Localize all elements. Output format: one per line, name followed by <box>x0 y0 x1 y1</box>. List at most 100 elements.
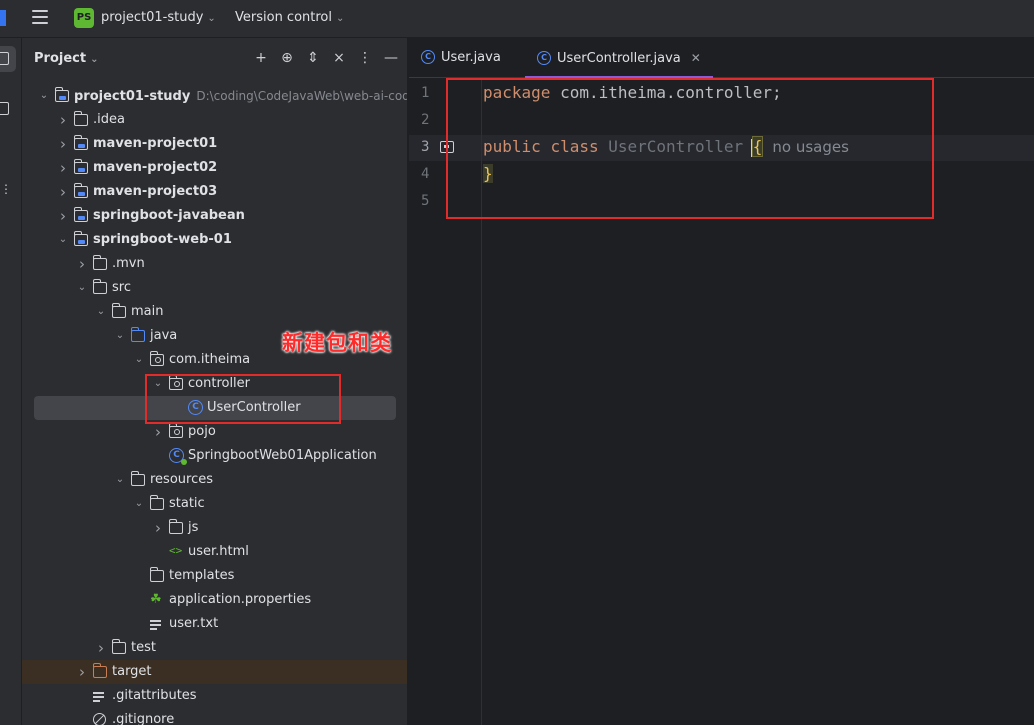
more-tools-icon[interactable]: ⋮ <box>0 182 13 196</box>
locate-icon[interactable]: ⊕ <box>280 50 294 66</box>
chevron-right-icon[interactable]: › <box>57 204 69 228</box>
tree-item[interactable]: user.txt <box>22 612 407 636</box>
tree-item[interactable]: › maven-project03 <box>22 180 407 204</box>
tree-item-label: application.properties <box>169 592 312 607</box>
chevron-down-icon[interactable]: ⌄ <box>95 300 107 324</box>
project-badge[interactable]: PS <box>74 8 94 28</box>
tree-item-text: maven-project03 <box>93 180 217 204</box>
add-icon[interactable]: + <box>254 50 268 66</box>
tree-item-text: springboot-javabean <box>93 204 245 228</box>
tree-item-label: .mvn <box>112 256 145 271</box>
chevron-down-icon[interactable]: ⌄ <box>114 324 126 348</box>
folder-icon <box>92 255 107 270</box>
close-icon[interactable]: ✕ <box>691 51 701 65</box>
project-panel-header: Project ⌄ + ⊕ ⇕ × ⋮ — <box>22 38 407 80</box>
tree-item[interactable]: .gitattributes <box>22 684 407 708</box>
tree-item-label: maven-project03 <box>93 184 218 199</box>
tree-item[interactable]: › js <box>22 516 407 540</box>
structure-icon <box>0 102 9 115</box>
module-folder-icon <box>73 207 88 222</box>
module-folder-icon <box>54 87 69 102</box>
tree-item[interactable]: › test <box>22 636 407 660</box>
tree-item-text: templates <box>169 564 234 588</box>
expand-all-icon[interactable]: ⇕ <box>306 50 320 66</box>
tree-item[interactable]: ⌄ static <box>22 492 407 516</box>
tree-item[interactable]: <> user.html <box>22 540 407 564</box>
folder-icon <box>92 279 107 294</box>
main-menu-icon[interactable] <box>32 10 48 24</box>
tree-item-text: main <box>131 300 163 324</box>
tree-item[interactable]: ⌄ resources <box>22 468 407 492</box>
tree-item-text: com.itheima <box>169 348 250 372</box>
project-tool-button[interactable] <box>0 46 16 72</box>
project-view-selector[interactable]: Project ⌄ <box>34 51 98 66</box>
chevron-right-icon[interactable]: › <box>57 132 69 156</box>
project-name: project01-study <box>101 10 204 25</box>
tree-item-text: .mvn <box>112 252 145 276</box>
tree-item-label: user.html <box>188 544 249 559</box>
tool-window-strip: ⋮ <box>0 38 22 725</box>
chevron-down-icon[interactable]: ⌄ <box>57 228 69 252</box>
tree-item-label: .gitignore <box>112 712 175 725</box>
tree-item-label: springboot-javabean <box>93 208 245 223</box>
folder-icon <box>73 111 88 126</box>
tab-user-java[interactable]: C User.java <box>421 38 501 78</box>
chevron-right-icon[interactable]: › <box>76 252 88 276</box>
tree-item[interactable]: ⌄ main <box>22 300 407 324</box>
tree-item[interactable]: .gitignore <box>22 708 407 725</box>
tree-item[interactable]: › target <box>22 660 407 684</box>
chevron-down-icon[interactable]: ⌄ <box>38 84 50 108</box>
tree-item-label: SpringbootWeb01Application <box>188 448 377 463</box>
chevron-right-icon[interactable]: › <box>76 660 88 684</box>
tree-item[interactable]: templates <box>22 564 407 588</box>
tree-item-text: application.properties <box>169 588 311 612</box>
more-icon[interactable]: ⋮ <box>358 50 372 66</box>
tree-item-label: resources <box>150 472 214 487</box>
tree-item[interactable]: › maven-project01 <box>22 132 407 156</box>
tree-item[interactable]: ☘ application.properties <box>22 588 407 612</box>
folder-icon <box>130 471 145 486</box>
properties-file-icon: ☘ <box>150 592 162 607</box>
folder-icon <box>111 303 126 318</box>
tree-item-text: springboot-web-01 <box>93 228 232 252</box>
chevron-down-icon[interactable]: ⌄ <box>114 468 126 492</box>
tree-item-label: com.itheima <box>169 352 251 367</box>
tree-item-label: maven-project02 <box>93 160 218 175</box>
tree-item-label: user.txt <box>169 616 219 631</box>
tree-item-label: src <box>112 280 131 295</box>
tree-item[interactable]: C SpringbootWeb01Application <box>22 444 407 468</box>
folder-icon <box>0 52 9 65</box>
tree-item[interactable]: ⌄ src <box>22 276 407 300</box>
module-folder-icon <box>73 159 88 174</box>
folder-icon <box>168 519 183 534</box>
chevron-right-icon[interactable]: › <box>57 180 69 204</box>
version-control-menu[interactable]: Version control ⌄ <box>235 10 344 25</box>
chevron-right-icon[interactable]: › <box>95 636 107 660</box>
tree-item[interactable]: ⌄ springboot-web-01 <box>22 228 407 252</box>
chevron-right-icon[interactable]: › <box>57 108 69 132</box>
chevron-down-icon[interactable]: ⌄ <box>133 348 145 372</box>
structure-tool-button[interactable] <box>0 96 16 122</box>
tree-item-text: .idea <box>93 108 125 132</box>
hide-icon[interactable]: — <box>384 50 398 66</box>
tree-item-text: js <box>188 516 198 540</box>
tree-item[interactable]: › .mvn <box>22 252 407 276</box>
tree-item[interactable]: › maven-project02 <box>22 156 407 180</box>
package-icon <box>149 351 164 366</box>
tree-item[interactable]: › springboot-javabean <box>22 204 407 228</box>
module-folder-icon <box>73 183 88 198</box>
chevron-right-icon[interactable]: › <box>57 156 69 180</box>
runnable-class-icon: C <box>169 448 187 465</box>
title-bar: PS project01-study ⌄ Version control ⌄ <box>0 0 1034 38</box>
tab-usercontroller-java[interactable]: C UserController.java ✕ <box>525 38 713 78</box>
tree-item-label: test <box>131 640 156 655</box>
version-control-label: Version control <box>235 10 332 25</box>
chevron-right-icon[interactable]: › <box>152 516 164 540</box>
tree-item[interactable]: ⌄ project01-study D:\coding\CodeJavaWeb\we… <box>22 84 407 108</box>
project-selector[interactable]: project01-study ⌄ <box>101 10 216 25</box>
chevron-down-icon[interactable]: ⌄ <box>133 492 145 516</box>
chevron-down-icon: ⌄ <box>207 13 216 24</box>
tree-item[interactable]: › .idea <box>22 108 407 132</box>
chevron-down-icon[interactable]: ⌄ <box>76 276 88 300</box>
collapse-all-icon[interactable]: × <box>332 50 346 66</box>
